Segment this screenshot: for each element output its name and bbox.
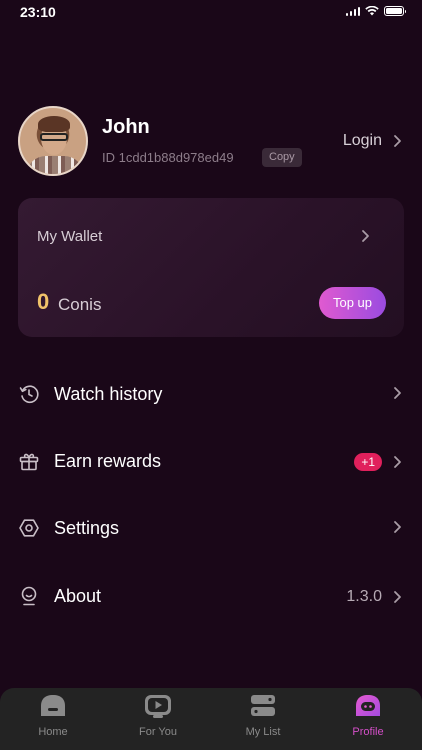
login-label: Login xyxy=(342,132,382,149)
user-id: ID 1cdd1b88d978ed49 xyxy=(102,150,234,165)
app-version: 1.3.0 xyxy=(346,588,382,605)
chevron-right-icon xyxy=(390,134,404,148)
wallet-balance: 0 xyxy=(37,289,50,314)
menu-item-about[interactable]: About 1.3.0 xyxy=(18,574,404,618)
wallet-title: My Wallet xyxy=(37,228,103,245)
user-name: John xyxy=(102,116,150,138)
login-link[interactable]: Login xyxy=(343,132,404,150)
top-up-button[interactable]: Top up xyxy=(319,287,386,319)
history-icon xyxy=(18,383,40,405)
chevron-right-icon xyxy=(390,386,404,400)
status-icons xyxy=(345,6,406,16)
chevron-right-icon xyxy=(390,520,404,534)
menu-item-label: Watch history xyxy=(54,384,163,404)
signal-icon xyxy=(345,6,360,16)
bottom-tab-bar: Home For You My List Profile xyxy=(0,688,422,750)
wallet-card[interactable]: My Wallet 0 Conis Top up xyxy=(18,198,404,337)
profile-header: John ID 1cdd1b88d978ed49 Copy Login xyxy=(18,106,404,178)
rewards-badge: +1 xyxy=(354,453,382,471)
chevron-right-icon xyxy=(390,455,404,469)
battery-icon xyxy=(384,6,406,16)
tab-label: Profile xyxy=(352,726,384,738)
wallet-unit: Conis xyxy=(58,295,102,314)
menu-item-settings[interactable]: Settings xyxy=(18,506,404,550)
chevron-right-icon xyxy=(390,590,404,604)
tab-label: My List xyxy=(245,726,281,738)
menu-item-label: Settings xyxy=(54,518,120,538)
profile-icon xyxy=(354,694,382,718)
chevron-right-icon xyxy=(358,229,372,243)
list-icon xyxy=(249,694,277,718)
menu-item-watch-history[interactable]: Watch history xyxy=(18,372,404,416)
home-icon xyxy=(39,694,67,718)
gift-icon xyxy=(18,450,40,472)
tab-for-you[interactable]: For You xyxy=(118,694,198,746)
tab-label: For You xyxy=(139,726,177,738)
settings-icon xyxy=(18,517,40,539)
wifi-icon xyxy=(365,6,379,16)
copy-id-button[interactable]: Copy xyxy=(262,148,302,167)
menu-item-label: About xyxy=(54,586,102,606)
menu-item-earn-rewards[interactable]: Earn rewards +1 xyxy=(18,439,404,483)
tab-profile[interactable]: Profile xyxy=(328,694,408,746)
status-bar: 23:10 xyxy=(0,0,422,24)
tab-my-list[interactable]: My List xyxy=(223,694,303,746)
about-icon xyxy=(18,585,40,607)
status-time: 23:10 xyxy=(20,4,56,20)
tab-label: Home xyxy=(38,726,68,738)
menu-item-label: Earn rewards xyxy=(54,451,162,471)
avatar[interactable] xyxy=(18,106,88,176)
play-icon xyxy=(144,694,172,718)
tab-home[interactable]: Home xyxy=(13,694,93,746)
